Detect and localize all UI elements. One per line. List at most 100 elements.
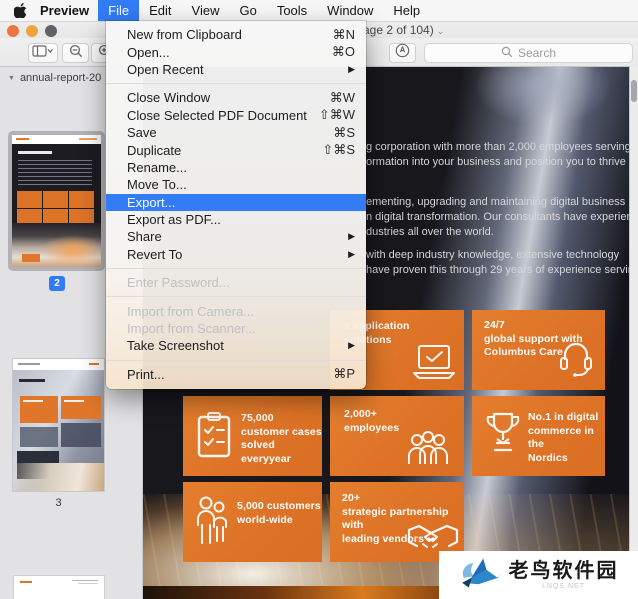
menu-item-import-from-scanner: Import from Scanner... — [106, 320, 366, 337]
menu-item-label: Open Recent — [127, 62, 204, 77]
menu-item-import-from-camera: Import from Camera... — [106, 302, 366, 319]
menu-separator — [106, 296, 366, 297]
scrollbar-thumb[interactable] — [631, 80, 637, 102]
headset-icon — [556, 338, 596, 383]
thumb-title-line — [18, 151, 52, 154]
menu-item-close-selected-pdf-document[interactable]: Close Selected PDF Document⇧⌘W — [106, 107, 366, 124]
page-2-thumbnail-page — [12, 135, 101, 267]
thumb-text-lines — [18, 160, 92, 187]
thumb-flare — [13, 463, 104, 491]
menu-item-label: Import from Scanner... — [127, 321, 256, 336]
menu-bar: Preview FileEditViewGoToolsWindowHelp — [0, 0, 638, 22]
sidebar-document-header[interactable]: ▼ annual-report-20 — [8, 72, 101, 84]
menu-item-label: Rename... — [127, 160, 187, 175]
thumb-orange-chip — [22, 254, 40, 262]
thumb-dark-section — [12, 144, 101, 231]
document-text-line: n digital transformation. Our consultant… — [366, 211, 629, 223]
menu-item-label: Enter Password... — [127, 275, 230, 290]
document-text-line: with deep industry knowledge, extensive … — [366, 249, 619, 261]
thumb-orange-block — [20, 396, 58, 423]
stat-tile-employees: 2,000+employees — [330, 396, 464, 476]
people-two-icon — [194, 495, 230, 552]
menu-item-share[interactable]: Share▶ — [106, 228, 366, 245]
menu-item-new-from-clipboard[interactable]: New from Clipboard⌘N — [106, 26, 366, 43]
menu-item-label: Duplicate — [127, 143, 181, 158]
watermark-title: 老鸟软件园 — [509, 560, 619, 582]
sidebar-document-name: annual-report-20 — [20, 72, 101, 84]
menubar-app-name[interactable]: Preview — [31, 3, 98, 18]
zoom-out-button[interactable] — [62, 43, 89, 63]
menu-item-close-window[interactable]: Close Window⌘W — [106, 89, 366, 106]
thumb-photo-section — [13, 370, 104, 491]
menubar-item-go[interactable]: Go — [229, 0, 266, 21]
menu-item-export-as-pdf[interactable]: Export as PDF... — [106, 211, 366, 228]
thumb-brand-mark — [79, 138, 97, 140]
menu-item-shortcut: ⌘P — [333, 366, 355, 382]
menubar-item-help[interactable]: Help — [383, 0, 430, 21]
scrollbar[interactable] — [629, 66, 638, 599]
menu-item-open-recent[interactable]: Open Recent▶ — [106, 61, 366, 78]
stat-tile-support: 24/7global support withColumbus Care — [472, 310, 605, 390]
watermark-subtitle: LNQS.NET — [542, 583, 585, 590]
window-close-button[interactable] — [7, 25, 19, 37]
menu-item-label: Export as PDF... — [127, 212, 221, 227]
menu-item-export[interactable]: Export... — [106, 194, 366, 211]
page-2-thumbnail[interactable] — [8, 131, 105, 271]
thumb-text-bar — [72, 580, 98, 581]
menu-item-label: Revert To — [127, 247, 182, 262]
menubar-item-view[interactable]: View — [182, 0, 230, 21]
screen: g corporation with more than 2,000 emplo… — [0, 0, 638, 599]
menu-item-move-to[interactable]: Move To... — [106, 176, 366, 193]
thumb-orange-block — [61, 396, 101, 419]
thumb-brand-mark — [16, 138, 29, 140]
document-text-line: ormation into your business and position… — [366, 156, 629, 168]
search-input[interactable]: Search — [424, 43, 633, 63]
thumb-gray-block — [20, 427, 58, 447]
menu-item-duplicate[interactable]: Duplicate ⇧⌘S — [106, 141, 366, 158]
search-placeholder: Search — [518, 46, 556, 60]
page-4-thumbnail-partial[interactable] — [13, 575, 105, 599]
title-chevron-icon[interactable]: ⌄ — [437, 26, 445, 36]
page-3-label: 3 — [0, 497, 117, 509]
disclosure-triangle-icon[interactable]: ▼ — [8, 75, 15, 82]
menubar-item-window[interactable]: Window — [317, 0, 383, 21]
menu-bar-items: FileEditViewGoToolsWindowHelp — [98, 0, 430, 21]
menu-item-enter-password: Enter Password... — [106, 274, 366, 291]
search-icon — [501, 46, 513, 61]
window-title: age 2 of 104)⌄ — [363, 23, 444, 37]
bird-logo-icon — [459, 555, 501, 596]
page-2-badge: 2 — [49, 276, 65, 291]
menu-item-shortcut: ⌘W — [330, 90, 355, 106]
menubar-item-edit[interactable]: Edit — [139, 0, 181, 21]
menu-item-take-screenshot[interactable]: Take Screenshot▶ — [106, 337, 366, 354]
menu-item-open[interactable]: Open...⌘O — [106, 43, 366, 60]
submenu-arrow-icon: ▶ — [348, 340, 355, 351]
stat-tile-partnership: 20+strategic partnership withleading ven… — [330, 482, 464, 562]
menubar-item-tools[interactable]: Tools — [267, 0, 317, 21]
menu-item-save[interactable]: Save⌘S — [106, 124, 366, 141]
menu-item-shortcut: ⇧⌘S — [322, 142, 355, 158]
stat-tile-cases: 75,000customer casessolved everyyear — [183, 396, 322, 476]
menu-separator — [106, 83, 366, 84]
menu-item-shortcut: ⌘O — [332, 44, 355, 60]
menu-item-label: Save — [127, 125, 157, 140]
page-3-thumbnail[interactable] — [12, 358, 105, 492]
menu-item-revert-to[interactable]: Revert To ▶ — [106, 246, 366, 263]
menu-item-label: New from Clipboard — [127, 27, 242, 42]
menu-item-label: Move To... — [127, 177, 187, 192]
sidebar-view-icon — [32, 44, 54, 62]
thumb-flare — [12, 223, 101, 267]
markup-button[interactable] — [389, 43, 416, 63]
stat-tile-digital-commerce: No.1 in digitalcommerce in theNordics — [472, 396, 605, 476]
apple-logo-icon[interactable] — [14, 3, 27, 18]
submenu-arrow-icon: ▶ — [348, 249, 355, 260]
sidebar-view-button[interactable] — [28, 43, 58, 63]
window-zoom-button[interactable] — [45, 25, 57, 37]
file-menu: New from Clipboard⌘NOpen...⌘OOpen Recent… — [106, 21, 366, 389]
menu-item-rename[interactable]: Rename... — [106, 159, 366, 176]
menu-item-label: Export... — [127, 195, 175, 210]
menu-item-label: Print... — [127, 367, 165, 382]
menu-item-print[interactable]: Print... ⌘P — [106, 366, 366, 383]
menubar-item-file[interactable]: File — [98, 0, 139, 21]
window-minimize-button[interactable] — [26, 25, 38, 37]
